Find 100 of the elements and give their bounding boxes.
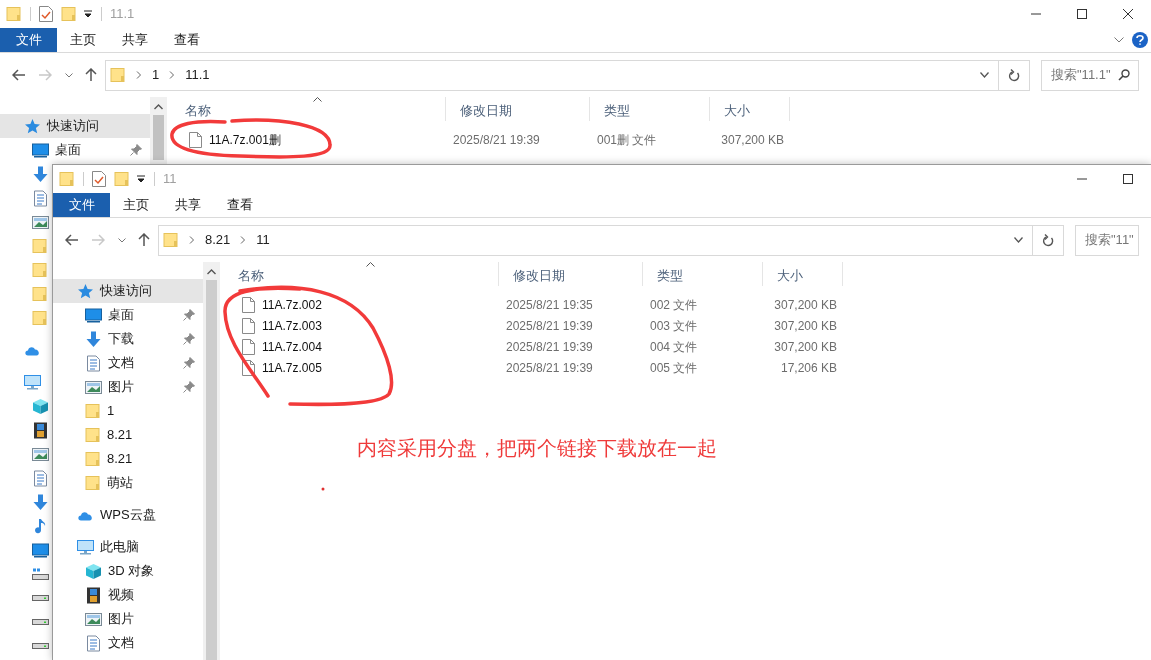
cube-icon [32, 397, 49, 415]
star-icon [77, 282, 94, 300]
breadcrumb[interactable]: 8.21 [205, 230, 231, 250]
pin-icon[interactable] [130, 144, 142, 156]
column-header[interactable]: 类型 [590, 97, 710, 121]
down-arrow-icon [32, 165, 49, 183]
up-arrow-icon[interactable] [137, 233, 150, 247]
sidebar-item[interactable]: 文档 [53, 631, 203, 655]
sort-caret-icon[interactable] [366, 262, 375, 267]
pin-icon[interactable] [183, 381, 195, 393]
column-header[interactable]: 名称 [224, 262, 499, 286]
refresh-icon[interactable] [1042, 233, 1054, 247]
refresh-button[interactable] [1033, 224, 1064, 256]
ribbon-tab[interactable]: 共享 [162, 193, 214, 217]
file-name[interactable]: 11A.7z.004 [262, 337, 322, 356]
dot-mark [321, 487, 325, 491]
sidebar-item[interactable]: 视频 [53, 583, 203, 607]
column-header[interactable]: 大小 [763, 262, 843, 286]
up-arrow-icon[interactable] [84, 68, 97, 82]
caret-down-icon[interactable] [136, 174, 146, 184]
annotation-text: 内容采用分盘，把两个链接下载放在一起 [357, 436, 717, 461]
checklist-icon[interactable] [39, 6, 53, 22]
sidebar-item[interactable]: 图片 [53, 375, 203, 399]
date-cell: 2025/8/21 19:39 [506, 318, 593, 333]
folder-icon [85, 427, 101, 443]
sidebar-item[interactable]: 3D 对象 [53, 559, 203, 583]
caret-down-icon[interactable] [83, 9, 93, 19]
folder-icon [32, 262, 48, 278]
computer-icon [77, 538, 94, 556]
column-header[interactable]: 名称 [171, 97, 446, 121]
pin-icon[interactable] [183, 309, 195, 321]
sidebar-item[interactable]: 下载 [53, 327, 203, 351]
sidebar-item[interactable]: 8.21 [53, 423, 203, 447]
maximize-icon[interactable] [1077, 9, 1087, 19]
breadcrumb[interactable]: 11.1 [185, 65, 210, 85]
pin-icon[interactable] [183, 357, 195, 369]
file-icon [242, 296, 255, 313]
breadcrumb[interactable]: 11 [256, 230, 270, 250]
ribbon-tab[interactable]: 主页 [110, 193, 162, 217]
ribbon-tab[interactable]: 查看 [214, 193, 266, 217]
file-name[interactable]: 11A.7z.005 [262, 358, 322, 377]
type-cell: 003 文件 [650, 318, 698, 333]
column-header[interactable]: 类型 [643, 262, 763, 286]
scroll-up-icon[interactable] [154, 104, 163, 110]
sidebar-item[interactable]: 8.21 [53, 447, 203, 471]
folder-icon [32, 286, 48, 302]
chevron-down-icon[interactable] [980, 72, 989, 78]
sidebar-item[interactable]: 桌面 [0, 138, 150, 162]
back-arrow-icon[interactable] [12, 69, 27, 81]
sidebar-item[interactable]: WPS云盘 [53, 503, 203, 527]
scrollbar-thumb[interactable] [153, 115, 164, 160]
column-header[interactable]: 大小 [710, 97, 790, 121]
film-icon [32, 421, 49, 439]
breadcrumb[interactable]: 1 [152, 65, 160, 85]
help-icon[interactable] [1132, 32, 1148, 48]
column-header[interactable]: 修改日期 [499, 262, 643, 286]
sidebar-item[interactable]: 文档 [53, 351, 203, 375]
sidebar-item[interactable]: 萌站 [53, 471, 203, 495]
file-name[interactable]: 11A.7z.003 [262, 316, 322, 335]
scrollbar-thumb[interactable] [206, 280, 217, 660]
ribbon-tab[interactable]: 文件 [0, 28, 57, 52]
scroll-up-icon[interactable] [207, 269, 216, 275]
back-arrow-icon[interactable] [65, 234, 80, 246]
sidebar-item[interactable]: 桌面 [53, 303, 203, 327]
chevron-down-icon[interactable] [1014, 237, 1023, 243]
checklist-icon[interactable] [92, 171, 106, 187]
sidebar-item[interactable]: 图片 [53, 607, 203, 631]
column-header[interactable]: 修改日期 [446, 97, 590, 121]
file-name[interactable]: 11A.7z.002 [262, 295, 322, 314]
maximize-icon[interactable] [1123, 174, 1133, 184]
chevron-down-icon[interactable] [64, 72, 73, 78]
film-icon [85, 586, 102, 604]
search-field[interactable]: 搜索"11.1" [1041, 59, 1139, 91]
size-cell: 307,200 KB [774, 339, 837, 354]
ribbon-tab[interactable]: 共享 [109, 28, 161, 52]
ribbon-tab[interactable]: 查看 [161, 28, 213, 52]
search-icon[interactable] [1118, 69, 1130, 81]
refresh-button[interactable] [999, 59, 1030, 91]
sidebar-item[interactable]: 1 [53, 399, 203, 423]
address-bar[interactable]: 8.21 11 [158, 224, 1033, 256]
type-cell: 005 文件 [650, 360, 698, 375]
address-bar[interactable]: 1 11.1 [105, 59, 999, 91]
sidebar-item[interactable]: 此电脑 [53, 535, 203, 559]
ribbon-tab[interactable]: 主页 [57, 28, 109, 52]
ribbon-tab[interactable]: 文件 [53, 193, 110, 217]
pin-icon[interactable] [183, 333, 195, 345]
close-icon[interactable] [1123, 9, 1133, 19]
sidebar-item[interactable]: 快速访问 [53, 279, 203, 303]
folder-icon [85, 475, 101, 491]
search-field[interactable]: 搜索"11" [1075, 224, 1139, 256]
file-name[interactable]: 11A.7z.001删 [209, 130, 281, 149]
monitor-icon [32, 541, 49, 559]
size-cell: 307,200 KB [774, 297, 837, 312]
folder-icon [110, 67, 126, 83]
sort-caret-icon[interactable] [313, 97, 322, 102]
folder-icon [114, 171, 130, 187]
chevron-down-icon[interactable] [1114, 37, 1124, 43]
sidebar-item[interactable]: 快速访问 [0, 114, 150, 138]
chevron-down-icon[interactable] [117, 237, 126, 243]
refresh-icon[interactable] [1008, 68, 1020, 82]
